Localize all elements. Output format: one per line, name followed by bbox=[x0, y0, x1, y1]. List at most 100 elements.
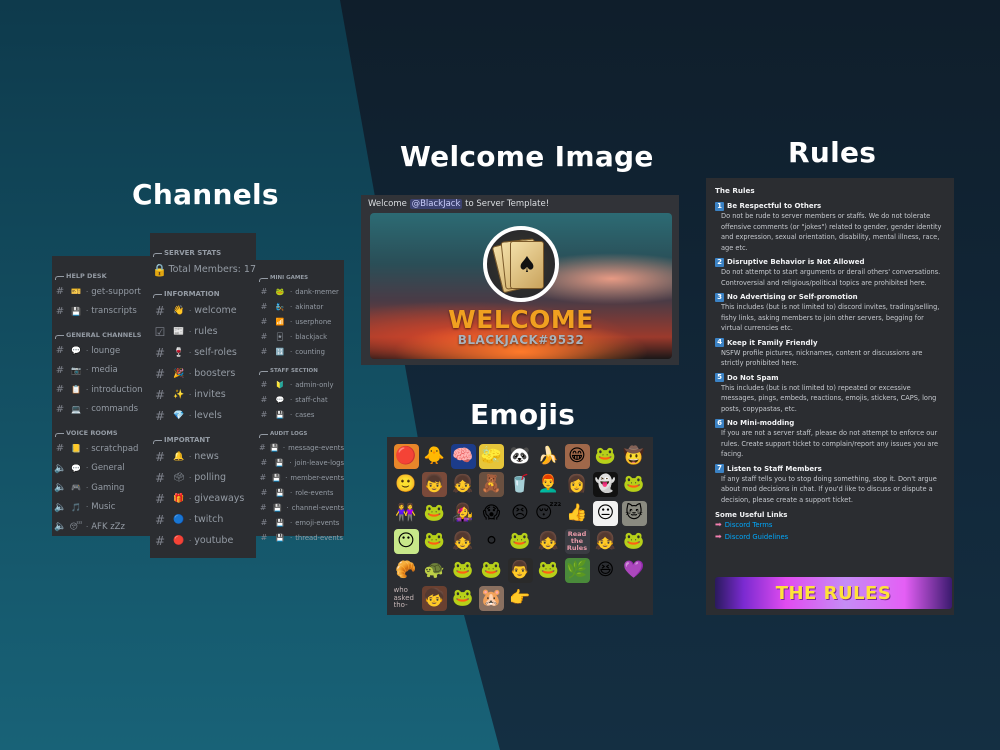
channel-commands[interactable]: # 💻 · commands bbox=[52, 400, 154, 420]
channel-rules[interactable]: ☑ 📰 · rules bbox=[150, 321, 256, 342]
emoji-item[interactable]: 🐸 bbox=[536, 558, 561, 583]
channel-lounge[interactable]: # 💬 · lounge bbox=[52, 341, 154, 361]
emoji-item[interactable]: 🐢 bbox=[422, 558, 447, 583]
emoji-item[interactable]: 🐼 bbox=[508, 444, 533, 469]
channel-twitch[interactable]: # 🔵 · twitch bbox=[150, 509, 256, 530]
category-header[interactable]: IMPORTANT bbox=[150, 434, 256, 446]
channel-media[interactable]: # 📷 · media bbox=[52, 361, 154, 381]
emoji-item[interactable]: 👻 bbox=[593, 472, 618, 497]
emoji-item[interactable]: 👦 bbox=[422, 472, 447, 497]
channel-afk-zzz[interactable]: 🔈 😴 · AFK zZz bbox=[52, 517, 154, 537]
emoji-item[interactable]: 👧 bbox=[451, 472, 476, 497]
channel-giveaways[interactable]: # 🎁 · giveaways bbox=[150, 488, 256, 509]
emoji-item[interactable]: 🐸 bbox=[508, 529, 533, 554]
channel-gaming[interactable]: 🔈 🎮 · Gaming bbox=[52, 478, 154, 498]
channel-polling[interactable]: # 🗳 · polling bbox=[150, 467, 256, 488]
channel-scratchpad[interactable]: # 📒 · scratchpad bbox=[52, 439, 154, 459]
emoji-item[interactable]: 👩 bbox=[565, 472, 590, 497]
emoji-item[interactable]: 🐸 bbox=[593, 444, 618, 469]
emoji-item[interactable]: 😁 bbox=[564, 443, 590, 469]
emoji-item[interactable]: 👧 bbox=[451, 529, 476, 554]
channel-admin-only[interactable]: # 🔰 · admin-only bbox=[256, 377, 344, 392]
channel-cases[interactable]: # 💾 · cases bbox=[256, 407, 344, 422]
emoji-item[interactable]: 🧠 bbox=[450, 443, 476, 469]
category-header[interactable]: AUDIT LOGS bbox=[256, 428, 344, 440]
channel-blackjack[interactable]: # 🃏 · blackjack bbox=[256, 329, 344, 344]
emoji-item[interactable]: 😴 bbox=[536, 501, 561, 526]
category-header[interactable]: MINI GAMES bbox=[256, 272, 344, 284]
channel-akinator[interactable]: # 🧞 · akinator bbox=[256, 299, 344, 314]
emoji-item[interactable]: 🧽 bbox=[479, 443, 504, 469]
channel-channel-events[interactable]: # 💾 · channel-events bbox=[256, 500, 344, 515]
channel-get-support[interactable]: # 🎫 · get-support bbox=[52, 282, 154, 302]
channel-youtube[interactable]: # 🔴 · youtube bbox=[150, 530, 256, 551]
category-header[interactable]: VOICE ROOMS bbox=[52, 427, 154, 439]
channel-dank-memer[interactable]: # 🐸 · dank-memer bbox=[256, 284, 344, 299]
category-header[interactable]: SERVER STATS bbox=[150, 247, 256, 259]
emoji-item[interactable]: 👭 bbox=[394, 501, 419, 526]
emoji-item[interactable]: 😱 bbox=[479, 501, 504, 526]
emoji-item[interactable]: 🐥 bbox=[422, 444, 447, 469]
emoji-item[interactable]: 🔴 bbox=[393, 443, 419, 469]
emoji-item[interactable]: 👉 bbox=[508, 586, 533, 611]
emoji-item[interactable]: 🐸 bbox=[451, 558, 476, 583]
link-discord-guidelines[interactable]: ➡ Discord Guidelines bbox=[715, 531, 945, 543]
emoji-item[interactable]: 👧 bbox=[536, 529, 561, 554]
channel-music[interactable]: 🔈 🎵 · Music bbox=[52, 498, 154, 518]
channel-join-leave-logs[interactable]: # 💾 · join-leave-logs bbox=[256, 455, 344, 470]
channel-message-events[interactable]: # 💾 · message-events bbox=[256, 440, 344, 455]
emoji-item[interactable]: 🧒 bbox=[422, 586, 447, 611]
emoji-item[interactable]: 🐸 bbox=[622, 472, 647, 497]
emoji-item[interactable]: 😆 bbox=[593, 558, 618, 583]
emoji-item[interactable]: 🐹 bbox=[479, 586, 504, 611]
emoji-item[interactable]: 🌿 bbox=[564, 557, 590, 583]
emoji-item[interactable]: 🐱 bbox=[621, 500, 647, 526]
emoji-item[interactable]: ⚪ bbox=[479, 529, 504, 554]
emoji-item[interactable]: 😐 bbox=[593, 500, 618, 526]
emoji-item[interactable]: 🤠 bbox=[622, 444, 647, 469]
channel-staff-chat[interactable]: # 💬 · staff-chat bbox=[256, 392, 344, 407]
emoji-item[interactable]: 👧 bbox=[593, 529, 618, 554]
category-header[interactable]: INFORMATION bbox=[150, 288, 256, 300]
emoji-item[interactable]: 💜 bbox=[622, 558, 647, 583]
channel-role-events[interactable]: # 💾 · role-events bbox=[256, 485, 344, 500]
emoji-item[interactable]: Read the Rules bbox=[564, 529, 590, 554]
category-header[interactable]: GENERAL CHANNELS bbox=[52, 329, 154, 341]
emoji-item[interactable]: who asked tho- bbox=[394, 586, 419, 611]
channel-news[interactable]: # 🔔 · news bbox=[150, 446, 256, 467]
emoji-item[interactable]: 🥤 bbox=[508, 472, 533, 497]
channel-total-members-17[interactable]: 🔒 Total Members: 17 bbox=[150, 259, 256, 280]
channel-general[interactable]: 🔈 💬 · General bbox=[52, 459, 154, 479]
channel-thread-events[interactable]: # 💾 · thread-events bbox=[256, 530, 344, 545]
emoji-item[interactable]: 👨 bbox=[507, 557, 533, 583]
emoji-item[interactable]: 😶 bbox=[393, 529, 419, 554]
channel-userphone[interactable]: # 📶 · userphone bbox=[256, 314, 344, 329]
emoji-item[interactable]: 👨‍🦰 bbox=[536, 472, 561, 497]
emoji-item[interactable]: 🐸 bbox=[622, 529, 647, 554]
category-header[interactable]: STAFF SECTION bbox=[256, 365, 344, 377]
channel-counting[interactable]: # 🔢 · counting bbox=[256, 344, 344, 359]
user-mention[interactable]: @BlackJack bbox=[409, 199, 463, 209]
emoji-item[interactable]: 🐸 bbox=[451, 586, 476, 611]
channel-boosters[interactable]: # 🎉 · boosters bbox=[150, 363, 256, 384]
category-header[interactable]: HELP DESK bbox=[52, 270, 154, 282]
emoji-item[interactable]: 🧸 bbox=[479, 472, 504, 497]
emoji-item[interactable]: 🍌 bbox=[536, 444, 561, 469]
channel-member-events[interactable]: # 💾 · member-events bbox=[256, 470, 344, 485]
channel-welcome[interactable]: # 👋 · welcome bbox=[150, 300, 256, 321]
channel-emoji-events[interactable]: # 💾 · emoji-events bbox=[256, 515, 344, 530]
channel-self-roles[interactable]: # 🍷 · self-roles bbox=[150, 342, 256, 363]
emoji-item[interactable]: 😣 bbox=[508, 501, 533, 526]
emoji-item[interactable]: 🥐 bbox=[394, 558, 419, 583]
emoji-item[interactable]: 👍 bbox=[565, 501, 590, 526]
channel-introduction[interactable]: # 📋 · introduction bbox=[52, 380, 154, 400]
emoji-item[interactable]: 🙂 bbox=[394, 472, 419, 497]
link-discord-terms[interactable]: ➡ Discord Terms bbox=[715, 519, 945, 531]
channel-invites[interactable]: # ✨ · invites bbox=[150, 384, 256, 405]
emoji-item[interactable]: 🐸 bbox=[479, 558, 504, 583]
channel-transcripts[interactable]: # 💾 · transcripts bbox=[52, 302, 154, 322]
emoji-item[interactable]: 🐸 bbox=[422, 501, 447, 526]
channel-levels[interactable]: # 💎 · levels bbox=[150, 405, 256, 426]
emoji-item[interactable]: 🐸 bbox=[422, 529, 447, 554]
emoji-item[interactable]: 👩‍🎤 bbox=[451, 501, 476, 526]
